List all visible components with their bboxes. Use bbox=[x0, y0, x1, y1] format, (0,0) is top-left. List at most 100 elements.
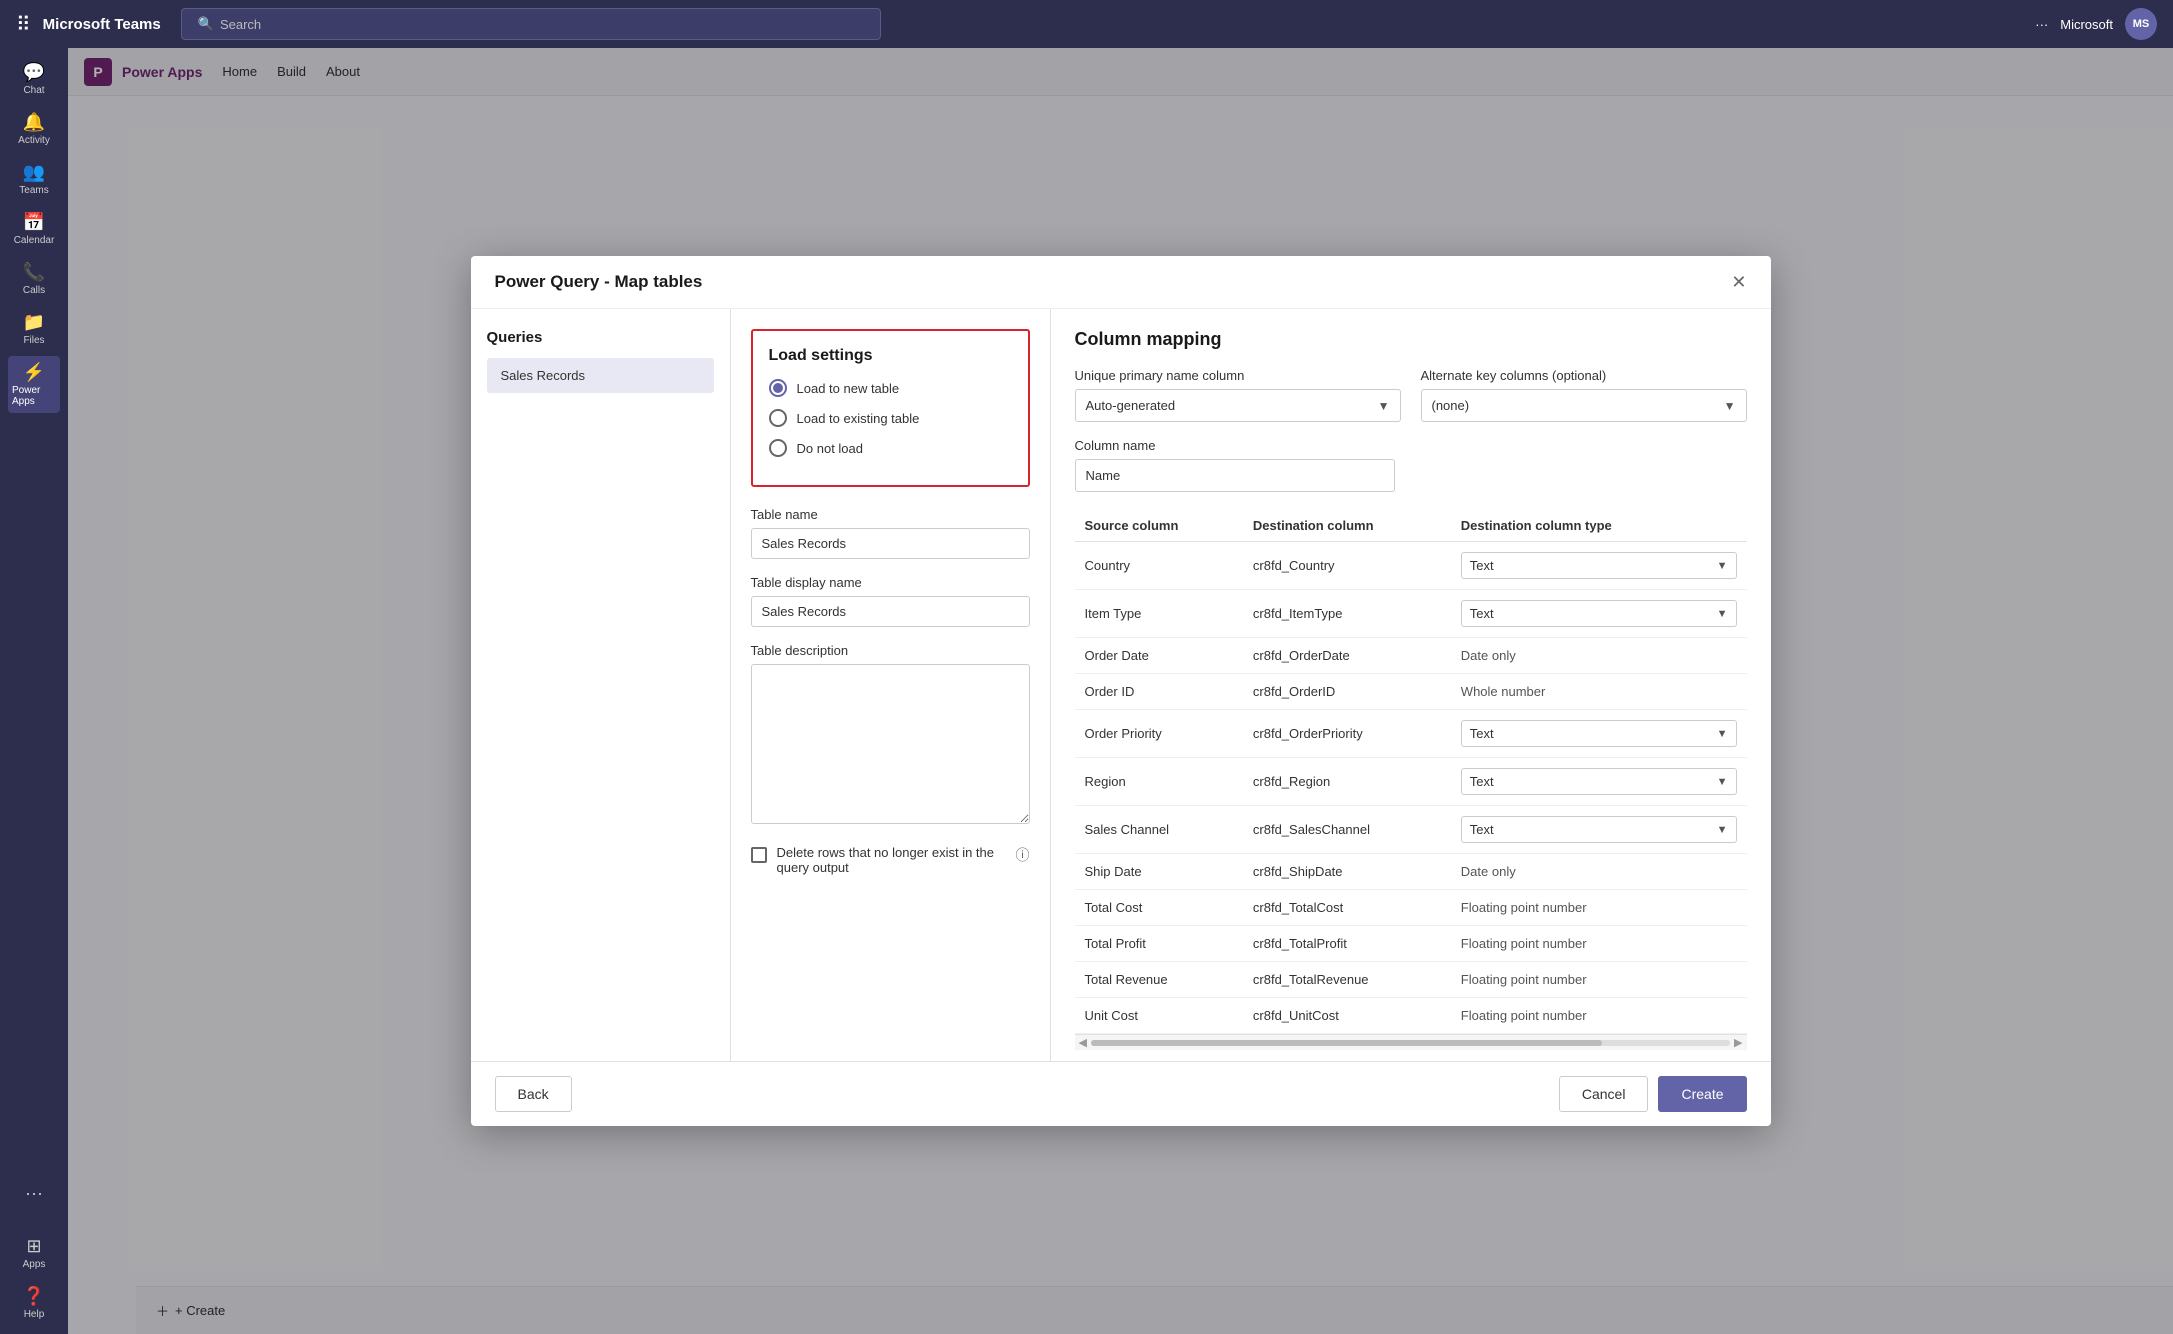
modal-footer: Back Cancel Create bbox=[471, 1061, 1771, 1126]
settings-panel: Load settings Load to new table Load to … bbox=[731, 309, 1051, 1061]
sidebar-item-label: Calls bbox=[23, 285, 45, 296]
source-column-cell: Order ID bbox=[1075, 674, 1243, 710]
cancel-button[interactable]: Cancel bbox=[1559, 1076, 1649, 1112]
destination-type-cell[interactable]: Text▼ bbox=[1451, 758, 1747, 806]
table-row: Sales Channelcr8fd_SalesChannelText▼ bbox=[1075, 806, 1747, 854]
chevron-down-icon: ▼ bbox=[1717, 776, 1728, 788]
query-item-sales-records[interactable]: Sales Records bbox=[487, 358, 714, 393]
table-display-name-group: Table display name bbox=[751, 575, 1030, 627]
more-options-icon[interactable]: ··· bbox=[2035, 17, 2048, 32]
source-column-cell: Unit Cost bbox=[1075, 998, 1243, 1034]
more-icon: ··· bbox=[25, 1183, 43, 1204]
apps-icon: ⊞ bbox=[26, 1236, 41, 1257]
chevron-down-icon: ▼ bbox=[1717, 728, 1728, 740]
waffle-icon[interactable]: ⠿ bbox=[16, 12, 31, 37]
destination-column-cell: cr8fd_SalesChannel bbox=[1243, 806, 1451, 854]
table-name-group: Table name bbox=[751, 507, 1030, 559]
source-column-cell: Ship Date bbox=[1075, 854, 1243, 890]
calls-icon: 📞 bbox=[23, 262, 45, 283]
delete-rows-checkbox[interactable] bbox=[751, 847, 767, 863]
table-name-input[interactable] bbox=[751, 528, 1030, 559]
app-title: Microsoft Teams bbox=[43, 16, 161, 33]
destination-type-cell[interactable]: Text▼ bbox=[1451, 710, 1747, 758]
sidebar-item-powerapps[interactable]: ⚡ Power Apps bbox=[8, 356, 60, 413]
type-select-dropdown[interactable]: Text▼ bbox=[1461, 552, 1737, 579]
back-button[interactable]: Back bbox=[495, 1076, 572, 1112]
sidebar-item-apps[interactable]: ⊞ Apps bbox=[8, 1230, 60, 1276]
type-select-dropdown[interactable]: Text▼ bbox=[1461, 768, 1737, 795]
table-row: Regioncr8fd_RegionText▼ bbox=[1075, 758, 1747, 806]
destination-type-cell[interactable]: Text▼ bbox=[1451, 590, 1747, 638]
table-name-label: Table name bbox=[751, 507, 1030, 522]
teams-main: P Power Apps Home Build About Power Quer… bbox=[68, 48, 2173, 1334]
sidebar-item-label: Help bbox=[24, 1309, 45, 1320]
type-plain-text: Date only bbox=[1461, 648, 1516, 663]
source-column-cell: Total Revenue bbox=[1075, 962, 1243, 998]
mapping-top-row: Unique primary name column Auto-generate… bbox=[1075, 368, 1747, 422]
type-select-dropdown[interactable]: Text▼ bbox=[1461, 816, 1737, 843]
table-display-name-label: Table display name bbox=[751, 575, 1030, 590]
teams-icon: 👥 bbox=[23, 162, 45, 183]
type-plain-text: Floating point number bbox=[1461, 936, 1587, 951]
queries-heading: Queries bbox=[487, 329, 714, 346]
sidebar-item-more[interactable]: ··· bbox=[8, 1177, 60, 1210]
destination-column-cell: cr8fd_TotalRevenue bbox=[1243, 962, 1451, 998]
load-settings-heading: Load settings bbox=[769, 347, 1012, 365]
sidebar-item-calendar[interactable]: 📅 Calendar bbox=[8, 206, 60, 252]
search-bar[interactable]: 🔍 Search bbox=[181, 8, 881, 40]
type-select-dropdown[interactable]: Text▼ bbox=[1461, 600, 1737, 627]
destination-column-cell: cr8fd_OrderPriority bbox=[1243, 710, 1451, 758]
sidebar-item-activity[interactable]: 🔔 Activity bbox=[8, 106, 60, 152]
destination-type-cell[interactable]: Text▼ bbox=[1451, 542, 1747, 590]
chevron-down-icon: ▼ bbox=[1717, 824, 1728, 836]
radio-label-do-not-load: Do not load bbox=[797, 441, 864, 456]
create-button[interactable]: Create bbox=[1658, 1076, 1746, 1112]
sidebar-item-help[interactable]: ❓ Help bbox=[8, 1280, 60, 1326]
table-row: Total Revenuecr8fd_TotalRevenueFloating … bbox=[1075, 962, 1747, 998]
sidebar-item-label: Chat bbox=[23, 85, 44, 96]
table-row: Countrycr8fd_CountryText▼ bbox=[1075, 542, 1747, 590]
sidebar-item-label: Teams bbox=[19, 185, 48, 196]
radio-do-not-load[interactable]: Do not load bbox=[769, 439, 1012, 457]
destination-type-cell: Date only bbox=[1451, 638, 1747, 674]
teams-sidebar: 💬 Chat 🔔 Activity 👥 Teams 📅 Calendar 📞 C… bbox=[0, 48, 68, 1334]
radio-button-existing-table[interactable] bbox=[769, 409, 787, 427]
horizontal-scrollbar[interactable]: ◀ ▶ bbox=[1075, 1034, 1747, 1050]
destination-type-header: Destination column type bbox=[1451, 510, 1747, 542]
chevron-down-icon: ▼ bbox=[1378, 399, 1390, 413]
modal-close-button[interactable]: ✕ bbox=[1731, 273, 1746, 291]
info-icon[interactable]: ⓘ bbox=[1016, 845, 1030, 865]
sidebar-item-teams[interactable]: 👥 Teams bbox=[8, 156, 60, 202]
avatar[interactable]: MS bbox=[2125, 8, 2157, 40]
radio-button-new-table[interactable] bbox=[769, 379, 787, 397]
type-select-dropdown[interactable]: Text▼ bbox=[1461, 720, 1737, 747]
column-name-input[interactable] bbox=[1075, 459, 1395, 492]
unique-primary-select[interactable]: Auto-generated ▼ bbox=[1075, 389, 1401, 422]
load-settings-box: Load settings Load to new table Load to … bbox=[751, 329, 1030, 487]
alternate-key-select[interactable]: (none) ▼ bbox=[1421, 389, 1747, 422]
source-column-cell: Total Profit bbox=[1075, 926, 1243, 962]
destination-column-cell: cr8fd_ItemType bbox=[1243, 590, 1451, 638]
destination-column-cell: cr8fd_ShipDate bbox=[1243, 854, 1451, 890]
source-column-cell: Order Priority bbox=[1075, 710, 1243, 758]
sidebar-item-chat[interactable]: 💬 Chat bbox=[8, 56, 60, 102]
radio-button-do-not-load[interactable] bbox=[769, 439, 787, 457]
type-plain-text: Floating point number bbox=[1461, 1008, 1587, 1023]
table-description-textarea[interactable] bbox=[751, 664, 1030, 824]
radio-load-existing-table[interactable]: Load to existing table bbox=[769, 409, 1012, 427]
sidebar-item-calls[interactable]: 📞 Calls bbox=[8, 256, 60, 302]
modal-overlay: Power Query - Map tables ✕ Queries Sales… bbox=[68, 48, 2173, 1334]
destination-type-cell: Floating point number bbox=[1451, 926, 1747, 962]
chevron-down-icon: ▼ bbox=[1717, 608, 1728, 620]
destination-type-cell[interactable]: Text▼ bbox=[1451, 806, 1747, 854]
destination-type-cell: Floating point number bbox=[1451, 998, 1747, 1034]
column-name-group: Column name bbox=[1075, 438, 1747, 492]
table-row: Unit Costcr8fd_UnitCostFloating point nu… bbox=[1075, 998, 1747, 1034]
sidebar-item-files[interactable]: 📁 Files bbox=[8, 306, 60, 352]
destination-type-cell: Floating point number bbox=[1451, 962, 1747, 998]
radio-load-new-table[interactable]: Load to new table bbox=[769, 379, 1012, 397]
activity-icon: 🔔 bbox=[23, 112, 45, 133]
table-display-name-input[interactable] bbox=[751, 596, 1030, 627]
queries-panel: Queries Sales Records bbox=[471, 309, 731, 1061]
footer-left: Back bbox=[495, 1076, 572, 1112]
